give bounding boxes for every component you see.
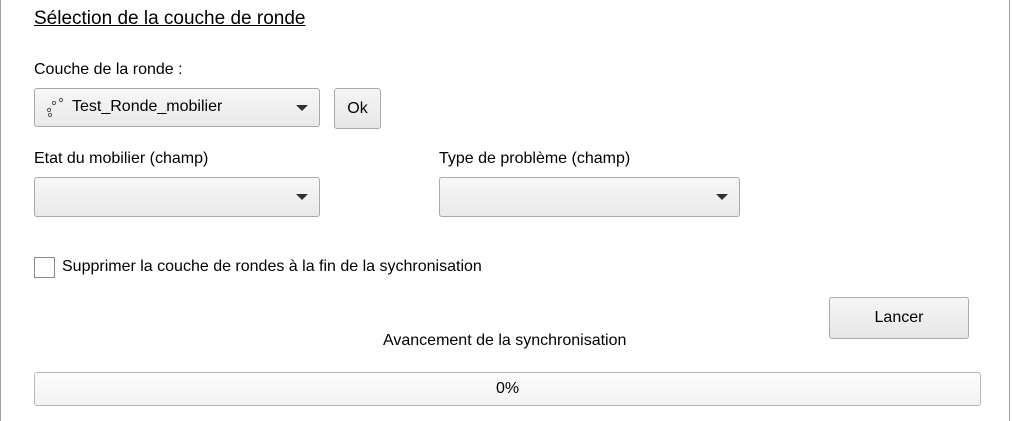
ok-button[interactable]: Ok [334,88,381,129]
delete-layer-checkbox[interactable] [34,257,55,278]
state-field-select[interactable] [34,177,320,217]
chevron-down-icon[interactable] [296,194,308,200]
progress-label: Avancement de la synchronisation [383,332,627,349]
layer-select[interactable]: Test_Ronde_mobilier [34,88,320,127]
progress-percent: 0% [495,380,520,397]
sync-panel: Sélection de la couche de ronde Couche d… [0,0,1012,421]
problem-field-label: Type de problème (champ) [439,150,631,167]
layer-select-value: Test_Ronde_mobilier [72,98,223,115]
sync-progress-bar: 0% [34,372,981,406]
problem-field-select[interactable] [439,177,740,217]
point-layer-icon [45,97,65,118]
chevron-down-icon[interactable] [296,104,308,111]
state-field-label: Etat du mobilier (champ) [34,150,209,167]
launch-button[interactable]: Lancer [829,297,969,339]
panel-title: Sélection de la couche de ronde [34,8,306,29]
chevron-down-icon[interactable] [716,194,728,200]
delete-layer-label[interactable]: Supprimer la couche de rondes à la fin d… [62,258,482,276]
layer-label: Couche de la ronde : [34,61,183,78]
